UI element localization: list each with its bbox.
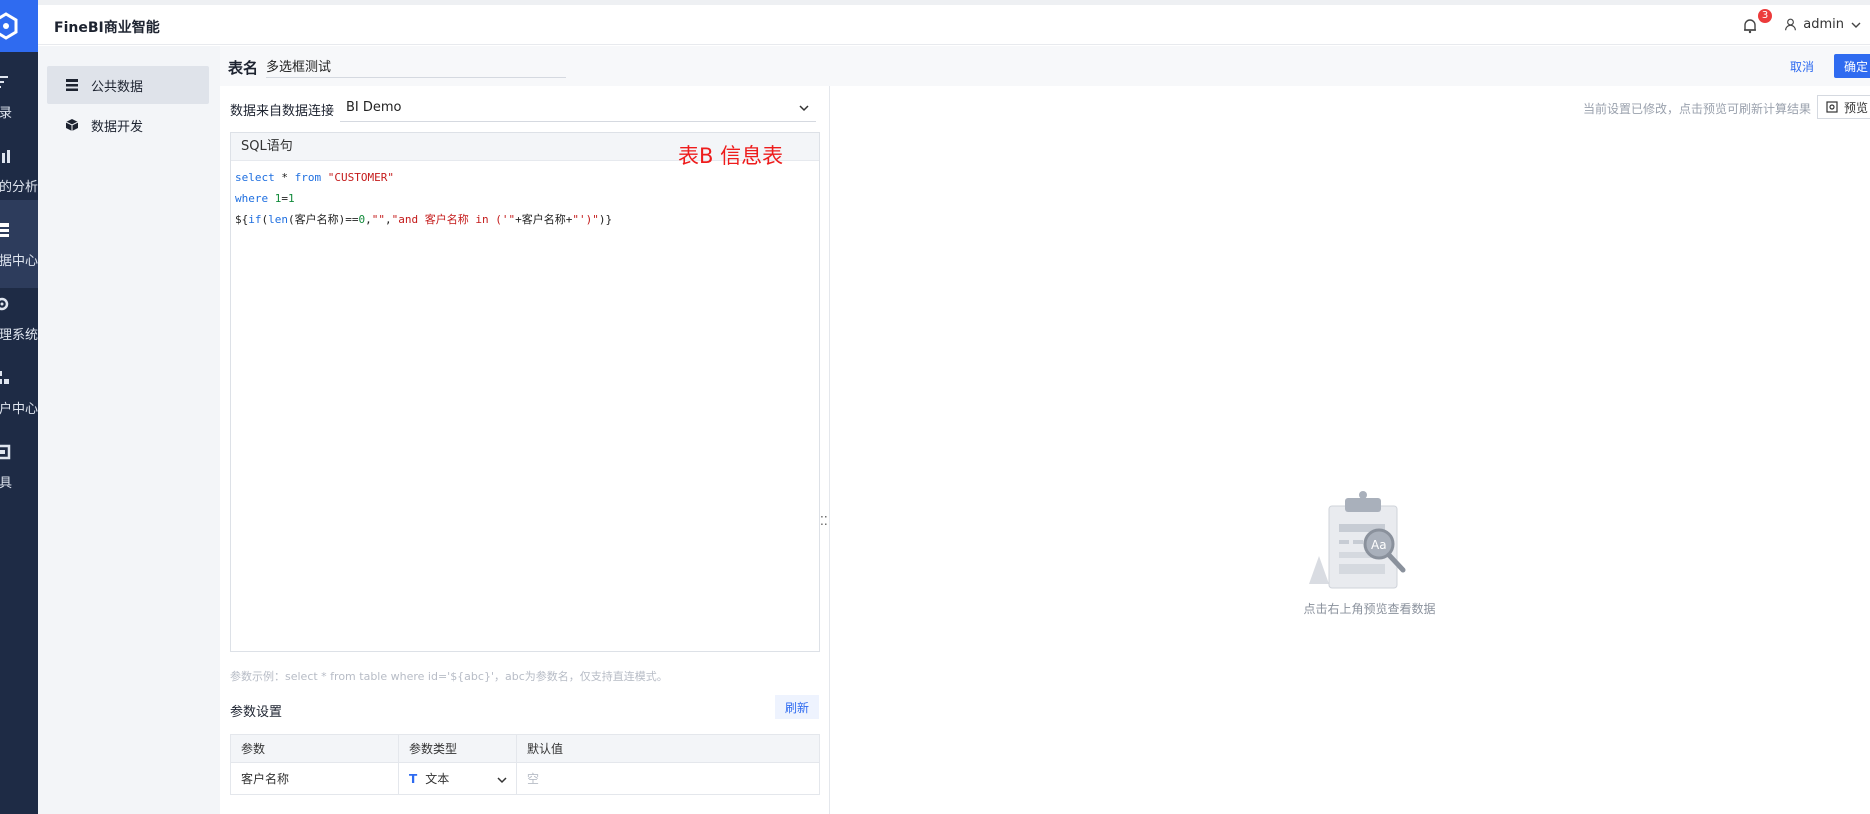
preview-pane: 当前设置已修改，点击预览可刷新计算结果 预览 Aa 点击右上角预览查看数据	[831, 86, 1870, 814]
column-header: 默认值	[516, 734, 820, 763]
preview-icon	[1826, 101, 1838, 113]
svg-text:Aa: Aa	[1371, 538, 1387, 552]
rail-item-label: 数据中心	[0, 254, 39, 269]
secondary-nav: 公共数据 数据开发	[38, 46, 220, 814]
chevron-down-icon	[799, 105, 809, 112]
top-header: FineBI商业智能 3 admin	[38, 5, 1870, 45]
app-logo[interactable]	[0, 0, 38, 52]
param-hint: 参数示例：select * from table where id='${abc…	[230, 670, 668, 683]
notification-badge: 3	[1758, 9, 1772, 23]
param-settings-title: 参数设置	[230, 705, 283, 720]
sql-annotation: 表B 信息表	[678, 144, 784, 168]
catalog-icon	[0, 76, 8, 88]
default-placeholder: 空	[527, 772, 540, 786]
param-name: 客户名称	[230, 762, 399, 795]
param-type-value: 文本	[425, 772, 450, 786]
rail-item-label: 管理系统	[0, 328, 39, 343]
sql-editor-pane: 数据来自数据连接 BI Demo SQL语句 select * from "CU…	[220, 86, 830, 814]
rail-item-label: 用户中心	[0, 402, 39, 417]
cancel-button[interactable]: 取消	[1776, 54, 1828, 78]
subnav-label: 公共数据	[91, 79, 144, 95]
source-value: BI Demo	[346, 100, 402, 115]
brand-title: FineBI商业智能	[54, 20, 160, 36]
preview-button[interactable]: 预览	[1817, 95, 1870, 119]
chevron-down-icon	[1851, 22, 1861, 28]
subnav-label: 数据开发	[91, 119, 144, 135]
rail-item-tools[interactable]: 工具	[0, 422, 38, 510]
bell-icon[interactable]	[1742, 18, 1758, 34]
user-menu[interactable]: admin	[1784, 17, 1862, 32]
param-type-select[interactable]: T 文本	[398, 762, 517, 795]
empty-state-text: 点击右上角预览查看数据	[1303, 602, 1436, 616]
data-center-icon	[0, 223, 9, 237]
subnav-item-public-data[interactable]: 公共数据	[47, 66, 209, 104]
column-header: 参数类型	[398, 734, 517, 763]
confirm-button[interactable]: 确定	[1834, 54, 1870, 78]
table-icon	[66, 79, 78, 91]
system-icon	[0, 297, 9, 311]
tools-icon	[0, 444, 11, 460]
user-icon	[1785, 18, 1797, 31]
text-type-icon: T	[409, 772, 418, 786]
table-header-row: 参数 参数类型 默认值	[230, 734, 820, 763]
preview-label: 预览	[1844, 100, 1869, 115]
editor-toolbar: 表名 取消 确定	[220, 46, 1870, 86]
main-nav-rail: 目录 我的分析 数据中心 管理系统 用户中心 工具	[0, 0, 38, 814]
source-label: 数据来自数据连接	[230, 104, 335, 119]
analysis-icon	[2, 150, 10, 163]
user-name: admin	[1803, 17, 1844, 32]
param-default-input[interactable]: 空	[516, 762, 820, 795]
logo-icon	[0, 12, 18, 40]
empty-clipboard-icon: Aa	[1309, 491, 1406, 589]
sql-editor[interactable]: SQL语句 select * from "CUSTOMER" where 1=1…	[230, 132, 820, 652]
rail-item-label: 工具	[0, 476, 13, 491]
refresh-button[interactable]: 刷新	[775, 695, 819, 719]
user-center-icon	[0, 371, 9, 384]
drag-handle-icon[interactable]: ⁚⁚	[820, 514, 828, 528]
source-select[interactable]: BI Demo	[340, 94, 816, 122]
rail-item-label: 我的分析	[0, 180, 39, 195]
rail-item-label: 目录	[0, 106, 13, 121]
table-name-label: 表名	[228, 59, 259, 77]
table-row: 客户名称 T 文本 空	[230, 762, 820, 795]
chevron-down-icon	[497, 777, 507, 784]
modified-tip: 当前设置已修改，点击预览可刷新计算结果	[1582, 102, 1811, 116]
sql-code[interactable]: select * from "CUSTOMER" where 1=1 ${if(…	[231, 161, 819, 236]
cube-icon	[65, 119, 79, 131]
subnav-item-data-dev[interactable]: 数据开发	[47, 106, 209, 144]
table-name-input[interactable]	[266, 54, 566, 78]
column-header: 参数	[230, 734, 399, 763]
param-table: 参数 参数类型 默认值 客户名称 T 文本 空	[230, 734, 820, 795]
